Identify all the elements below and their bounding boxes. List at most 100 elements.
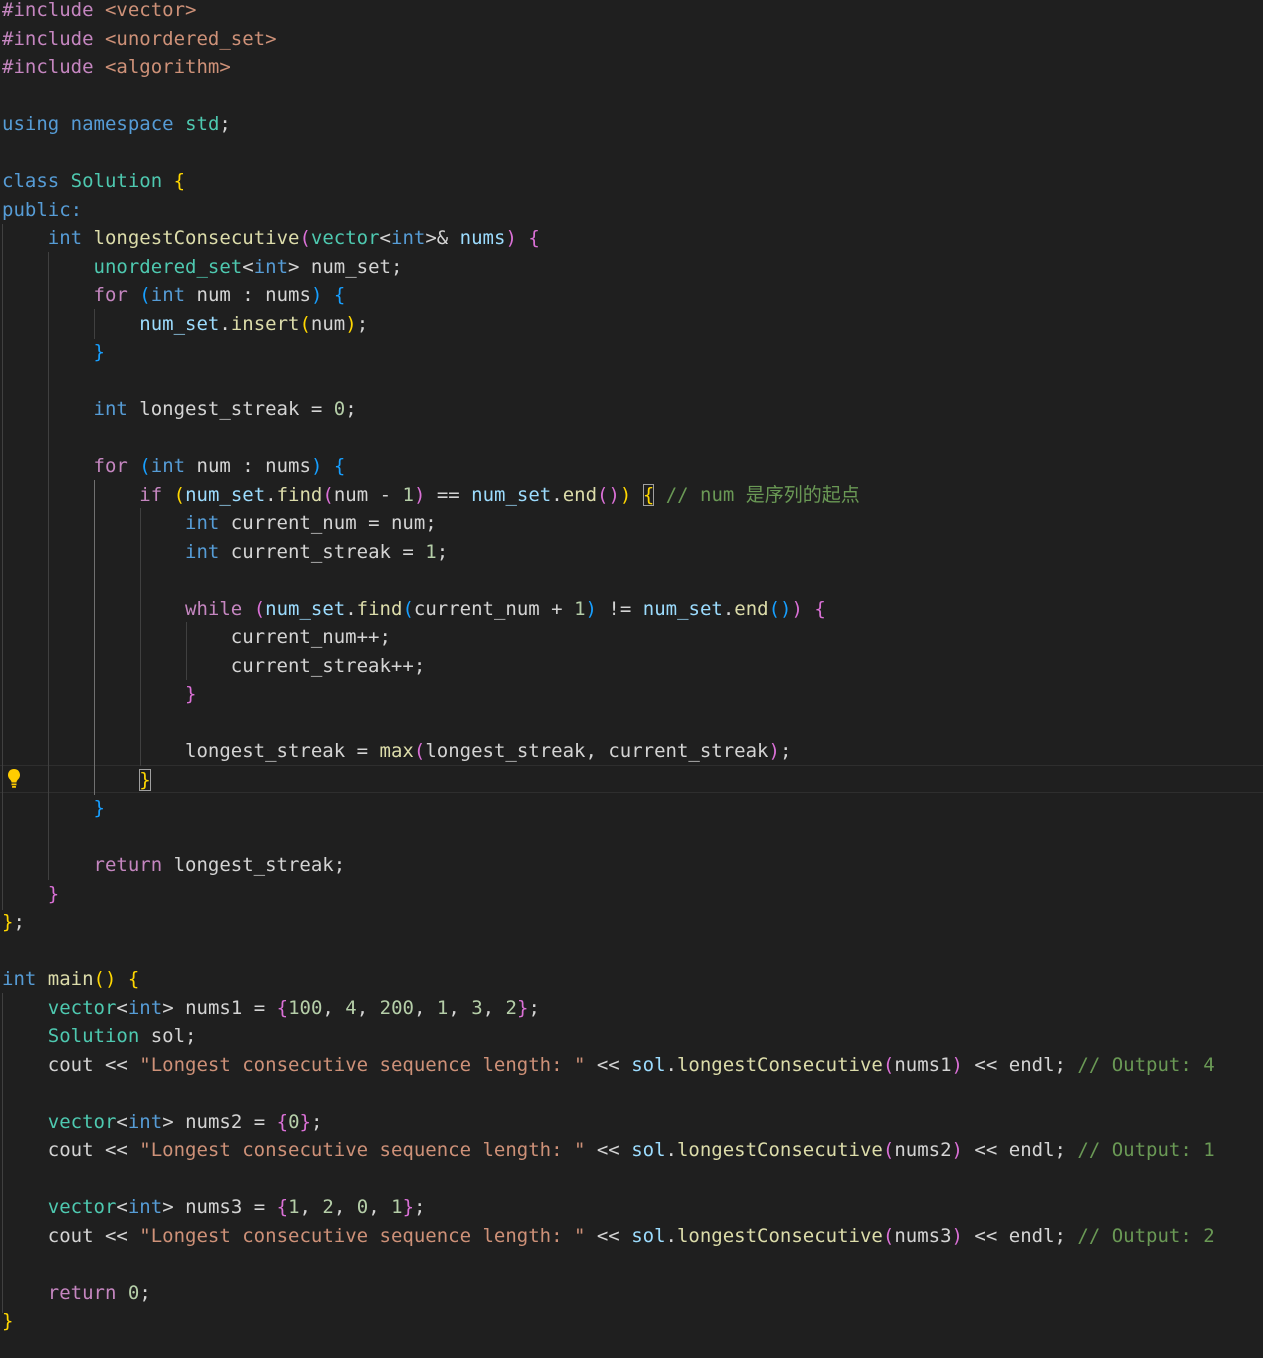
code-token: { [333, 284, 346, 306]
code-token: longestConsecutive [676, 1224, 883, 1247]
code-line[interactable]: #include <algorithm> [2, 53, 231, 82]
code-token: != [596, 597, 643, 620]
code-line[interactable]: current_streak++; [2, 652, 425, 681]
code-line[interactable]: }; [2, 908, 25, 937]
code-line[interactable]: cout << "Longest consecutive sequence le… [2, 1222, 1215, 1251]
code-line[interactable]: return 0; [2, 1279, 151, 1308]
code-line[interactable]: int longestConsecutive(vector<int>& nums… [2, 224, 540, 253]
code-token: for [93, 455, 128, 477]
code-token: ) [951, 1224, 963, 1247]
code-token: Solution [47, 1025, 140, 1047]
code-token: int [253, 255, 289, 278]
code-line[interactable]: class Solution { [2, 167, 185, 196]
code-token: ( [139, 284, 151, 306]
code-line[interactable]: for (int num : nums) { [2, 452, 346, 481]
code-token: 0 [333, 398, 346, 420]
code-token: nums2 [894, 1139, 952, 1161]
code-line[interactable]: } [2, 880, 59, 909]
code-line[interactable]: public: [2, 196, 82, 225]
code-token: longestConsecutive [93, 227, 300, 249]
code-token: if [139, 483, 163, 506]
code-line[interactable]: vector<int> nums1 = {100, 4, 200, 1, 3, … [2, 994, 540, 1023]
code-line[interactable]: #include <unordered_set> [2, 25, 277, 54]
code-token: 1 [288, 1196, 300, 1218]
code-token: 1 [574, 597, 586, 620]
code-token: << [585, 1053, 632, 1076]
code-token: 1 [391, 1196, 403, 1218]
code-line[interactable]: num_set.insert(num); [2, 310, 368, 339]
code-token: } [2, 911, 14, 933]
code-line[interactable]: int longest_streak = 0; [2, 395, 357, 424]
code-token: 200 [379, 996, 414, 1019]
code-line[interactable]: } [2, 1307, 13, 1336]
code-token: = [356, 740, 369, 762]
code-token: } [139, 768, 151, 791]
code-token: // num 是序列的起点 [665, 483, 860, 506]
code-line[interactable]: cout << "Longest consecutive sequence le… [2, 1136, 1215, 1165]
code-line[interactable]: int current_streak = 1; [2, 538, 448, 567]
code-token: 1 [402, 483, 414, 506]
code-token: + [551, 597, 563, 620]
code-token: num_set [185, 483, 266, 506]
code-token: . [722, 597, 735, 620]
code-token: : [70, 198, 83, 221]
code-token: cout [47, 1224, 94, 1247]
code-line[interactable]: } [2, 766, 151, 795]
code-token: 2 [505, 996, 517, 1019]
code-token: class [2, 170, 60, 192]
code-token: ( [139, 455, 151, 477]
code-line[interactable]: } [2, 794, 105, 823]
lightbulb-icon[interactable] [7, 768, 21, 790]
code-line[interactable]: Solution sol; [2, 1022, 197, 1051]
code-token: ( [253, 597, 266, 620]
code-token: vector [47, 1196, 117, 1218]
code-token: : [242, 284, 254, 306]
code-token: , [322, 996, 346, 1019]
code-line[interactable]: return longest_streak; [2, 851, 346, 880]
code-line[interactable]: if (num_set.find(num - 1) == num_set.end… [2, 481, 860, 510]
code-line[interactable]: int main() { [2, 965, 139, 994]
code-line[interactable]: unordered_set<int> num_set; [2, 253, 403, 282]
code-token: sol [631, 1139, 666, 1161]
code-line[interactable]: } [2, 680, 196, 709]
code-token: = [253, 996, 266, 1019]
code-line[interactable]: for (int num : nums) { [2, 281, 346, 310]
code-token: <vector> [104, 0, 197, 21]
code-line[interactable]: cout << "Longest consecutive sequence le… [2, 1051, 1215, 1080]
code-token: Solution [70, 170, 163, 192]
code-line[interactable]: vector<int> nums2 = {0}; [2, 1108, 323, 1137]
code-token: num [310, 312, 346, 335]
code-line[interactable]: current_num++; [2, 623, 391, 652]
code-line[interactable]: vector<int> nums3 = {1, 2, 0, 1}; [2, 1193, 426, 1222]
code-token: > [288, 255, 311, 278]
code-line[interactable]: while (num_set.find(current_num + 1) != … [2, 595, 826, 624]
code-line[interactable]: using namespace std; [2, 110, 231, 139]
code-token: = [368, 512, 380, 534]
code-token: { [276, 1196, 289, 1218]
code-token: int [93, 398, 128, 420]
code-token: end [562, 483, 598, 506]
code-line[interactable]: } [2, 338, 105, 367]
code-line[interactable]: int current_num = num; [2, 509, 437, 538]
code-line[interactable]: longest_streak = max(longest_streak, cur… [2, 737, 791, 766]
code-editor[interactable]: #include <vector> #include <unordered_set… [0, 0, 1263, 1358]
code-token: nums1 [185, 996, 254, 1019]
code-token: vector [310, 227, 380, 249]
code-line[interactable]: #include <vector> [2, 0, 196, 25]
code-token: () [768, 597, 792, 620]
code-token: . [219, 312, 231, 335]
